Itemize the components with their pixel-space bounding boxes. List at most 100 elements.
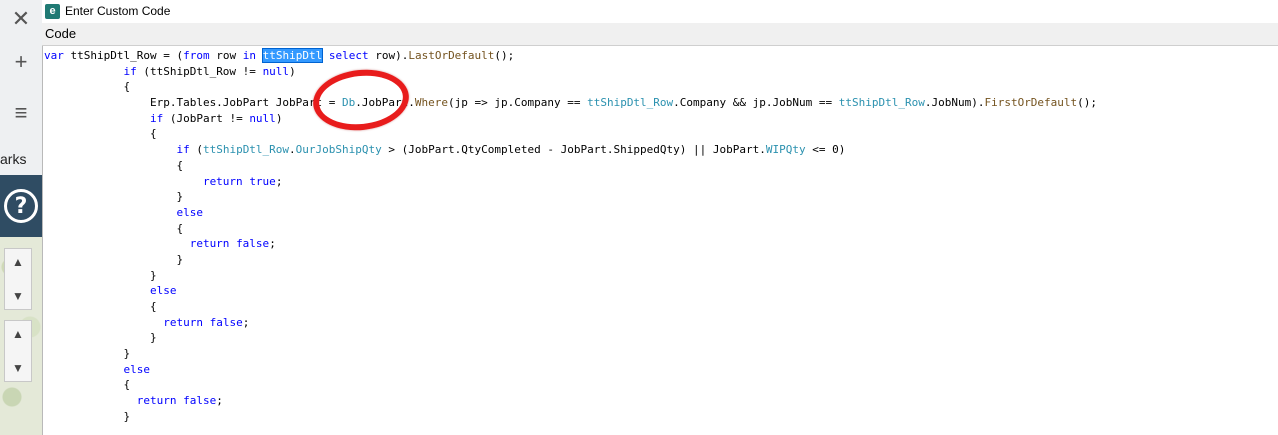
code-token: )	[275, 111, 283, 125]
code-line[interactable]: {	[44, 299, 1097, 315]
code-token: (JobPart !=	[163, 111, 250, 125]
code-token: else	[44, 284, 177, 298]
code-line[interactable]: if (ttShipDtl_Row != null)	[44, 64, 1097, 80]
code-token: {	[44, 127, 157, 141]
code-token: ;	[269, 237, 276, 251]
code-token: null	[249, 111, 276, 125]
code-line[interactable]: {	[44, 126, 1097, 142]
menu-icon[interactable]: ≡	[0, 94, 42, 132]
code-line[interactable]: }	[44, 330, 1097, 346]
code-token: {	[44, 221, 184, 235]
add-icon[interactable]: +	[0, 43, 42, 81]
code-line[interactable]: var ttShipDtl_Row = (from row in ttShipD…	[44, 48, 1097, 64]
code-token: }	[44, 252, 184, 266]
selected-token: ttShipDtl	[261, 48, 324, 63]
code-token: (	[189, 143, 203, 157]
code-token: ttShipDtl_Row = (	[70, 49, 184, 62]
code-token: {	[44, 300, 157, 313]
code-editor[interactable]: var ttShipDtl_Row = (from row in ttShipD…	[42, 46, 1278, 435]
code-token: {	[44, 80, 131, 94]
code-line[interactable]: return false;	[44, 236, 1097, 252]
scroll-down-icon[interactable]: ▼	[12, 355, 24, 381]
code-token: }	[44, 268, 157, 282]
code-text[interactable]: var ttShipDtl_Row = (from row in ttShipD…	[44, 48, 1097, 425]
code-token: false	[209, 315, 243, 329]
code-token: false	[236, 237, 270, 251]
scroll-control-2[interactable]: ▲ ▼	[4, 320, 32, 382]
window-titlebar: e Enter Custom Code	[42, 0, 1278, 23]
code-token: OurJobShipQty	[295, 143, 382, 157]
code-line[interactable]: else	[44, 362, 1097, 378]
code-token: else	[44, 205, 203, 219]
scroll-up-icon[interactable]: ▲	[12, 249, 24, 275]
code-token: > (JobPart.QtyCompleted - JobPart.Shippe…	[381, 143, 766, 157]
code-token: ();	[1077, 96, 1098, 110]
code-line[interactable]: else	[44, 205, 1097, 221]
code-token: if	[44, 64, 137, 78]
code-line[interactable]: {	[44, 221, 1097, 237]
code-line[interactable]: return true;	[44, 174, 1097, 190]
code-token: ;	[242, 315, 250, 329]
code-token: }	[44, 347, 131, 361]
scroll-control-1[interactable]: ▲ ▼	[4, 248, 32, 310]
code-line[interactable]: {	[44, 377, 1097, 393]
code-token: ;	[216, 394, 223, 408]
code-token: .JobNum).	[924, 96, 985, 110]
code-line[interactable]: }	[44, 346, 1097, 362]
code-token: ttShipDtl_Row	[838, 96, 925, 110]
code-token: <= 0)	[805, 143, 846, 157]
scroll-up-icon[interactable]: ▲	[12, 321, 24, 347]
code-token: if	[44, 143, 190, 157]
code-token: ttShipDtl_Row	[587, 96, 674, 110]
code-token: false	[183, 394, 217, 408]
code-token: var	[44, 49, 71, 62]
code-line[interactable]: Erp.Tables.JobPart JobPart = Db.JobPart.…	[44, 95, 1097, 111]
code-token: Where	[414, 96, 448, 110]
code-line[interactable]: }	[44, 252, 1097, 268]
code-token: null	[262, 64, 290, 78]
bookmarks-partial-label[interactable]: arks	[0, 148, 42, 170]
code-token: FirstOrDefault	[984, 96, 1078, 110]
code-token: row).	[368, 49, 409, 62]
scroll-down-icon[interactable]: ▼	[12, 283, 24, 309]
left-side-panel: ✕ + ≡ arks ? ▲ ▼ ▲ ▼	[0, 0, 43, 435]
code-line[interactable]: return false;	[44, 315, 1097, 331]
code-token: ttShipDtl_Row	[202, 143, 290, 157]
code-line[interactable]: {	[44, 79, 1097, 95]
code-line[interactable]: }	[44, 268, 1097, 284]
epicor-icon: e	[45, 4, 60, 19]
code-token: return	[44, 237, 230, 251]
code-line[interactable]: else	[44, 283, 1097, 299]
code-token: return	[44, 394, 177, 408]
code-token: from	[183, 49, 210, 62]
code-token: return	[44, 315, 203, 329]
code-token: {	[44, 378, 131, 392]
code-line[interactable]: if (JobPart != null)	[44, 111, 1097, 127]
code-token: }	[44, 331, 157, 345]
code-line[interactable]: return false;	[44, 393, 1097, 409]
code-tab-header[interactable]: Code	[42, 23, 1278, 46]
code-token: .	[289, 143, 296, 157]
help-icon: ?	[4, 189, 38, 223]
code-token: select	[328, 49, 369, 62]
code-line[interactable]: if (ttShipDtl_Row.OurJobShipQty > (JobPa…	[44, 142, 1097, 158]
code-token: else	[44, 362, 150, 376]
code-line[interactable]: {	[44, 158, 1097, 174]
code-token: in	[242, 49, 256, 62]
code-line[interactable]: }	[44, 189, 1097, 205]
code-token: }	[44, 409, 131, 423]
window-title: Enter Custom Code	[65, 4, 171, 18]
code-token: row	[209, 49, 243, 62]
code-token: ();	[494, 49, 515, 62]
close-icon[interactable]: ✕	[0, 0, 42, 38]
code-token: (jp => jp.Company ==	[448, 96, 588, 110]
code-tab-label: Code	[45, 26, 77, 41]
code-line[interactable]: }	[44, 409, 1097, 425]
help-button[interactable]: ?	[0, 175, 42, 237]
code-token: return	[44, 174, 243, 188]
code-token: }	[44, 190, 184, 204]
code-token: )	[289, 64, 296, 78]
